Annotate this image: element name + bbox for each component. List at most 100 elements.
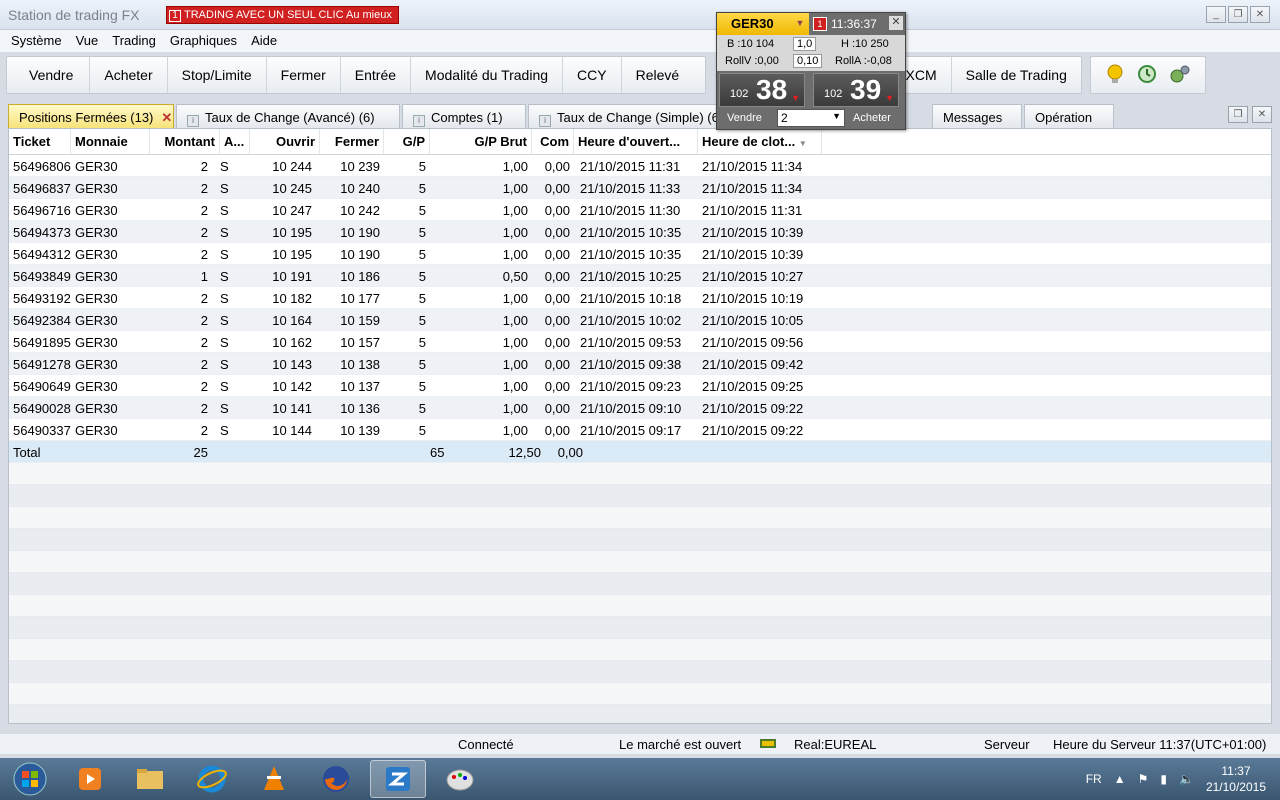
internet-explorer-icon[interactable] [184, 760, 240, 798]
header-ticket[interactable]: Ticket [9, 129, 71, 154]
panel-restore-button[interactable]: ❐ [1228, 106, 1248, 123]
table-row[interactable]: 56493849 GER30 1 S 10 191 10 186 5 0,50 0,00 21/1… [9, 265, 1271, 287]
table-cell: S [220, 357, 229, 372]
tab-operation[interactable]: Opération [1024, 104, 1114, 128]
sell-button[interactable]: Vendre [7, 57, 91, 93]
ccy-button[interactable]: CCY [563, 57, 622, 93]
lot-size-field[interactable]: 1,0 [793, 37, 817, 51]
header-action[interactable]: A... [220, 129, 250, 154]
table-cell: 5 [418, 225, 426, 240]
header-close-time[interactable]: Heure de clot... ▼ [698, 129, 822, 154]
menu-systeme[interactable]: Système [4, 30, 69, 52]
table-cell: S [220, 247, 229, 262]
pip-field[interactable]: 0,10 [793, 54, 823, 68]
close-icon[interactable]: ✕ [161, 110, 172, 125]
table-row[interactable]: 56496806 GER30 2 S 10 244 10 239 5 1,00 0,00 21/1… [9, 155, 1271, 177]
minimize-button[interactable]: _ [1206, 6, 1226, 23]
close-window-button[interactable]: ✕ [1250, 6, 1270, 23]
history-icon[interactable] [1137, 64, 1157, 87]
symbol-selector[interactable]: GER30 ▼ [717, 13, 809, 35]
table-cell: GER30 [75, 225, 118, 240]
total-empty [71, 441, 150, 462]
table-cell: 21/10/2015 11:33 [580, 181, 681, 196]
panel-close-button[interactable]: ✕ [1252, 106, 1272, 123]
trading-room-button[interactable]: Salle de Trading [952, 57, 1081, 93]
table-row[interactable]: 56493192 GER30 2 S 10 182 10 177 5 1,00 0,00 21/1… [9, 287, 1271, 309]
table-cell: 10 144 [272, 423, 312, 438]
widget-close-button[interactable]: ✕ [889, 16, 903, 30]
table-cell: 2 [200, 247, 208, 262]
battery-icon[interactable]: ▮ [1160, 772, 1167, 786]
header-gp-brut[interactable]: G/P Brut [430, 129, 532, 154]
table-cell: 2 [200, 423, 208, 438]
firefox-icon[interactable] [308, 760, 364, 798]
tab-accounts[interactable]: i Comptes (1) [402, 104, 526, 128]
action-center-flag-icon[interactable]: ⚑ [1138, 772, 1149, 786]
table-row[interactable]: 56490028 GER30 2 S 10 141 10 136 5 1,00 0,00 21/1… [9, 397, 1271, 419]
table-cell: 56493849 [13, 269, 71, 284]
menu-aide[interactable]: Aide [244, 30, 284, 52]
table-row[interactable]: 56494312 GER30 2 S 10 195 10 190 5 1,00 0,00 21/1… [9, 243, 1271, 265]
header-ouvrir[interactable]: Ouvrir [250, 129, 320, 154]
file-explorer-icon[interactable] [122, 760, 178, 798]
tab-closed-positions[interactable]: Positions Fermées (13) ✕ [8, 104, 174, 128]
table-cell: 2 [200, 313, 208, 328]
tab-window-icon: i [187, 115, 199, 127]
menu-trading[interactable]: Trading [105, 30, 163, 52]
chevron-down-icon[interactable]: ▼ [793, 15, 807, 31]
volume-icon[interactable]: 🔈 [1179, 772, 1194, 786]
paint-icon[interactable] [432, 760, 488, 798]
table-row[interactable]: 56490649 GER30 2 S 10 142 10 137 5 1,00 0,00 21/1… [9, 375, 1271, 397]
language-indicator[interactable]: FR [1086, 772, 1102, 786]
header-gp[interactable]: G/P [384, 129, 430, 154]
market-open-icon [758, 736, 778, 753]
table-row[interactable]: 56496837 GER30 2 S 10 245 10 240 5 1,00 0,00 21/1… [9, 177, 1271, 199]
header-com[interactable]: Com [532, 129, 574, 154]
tab-rates-simple[interactable]: i Taux de Change (Simple) (6) [528, 104, 718, 128]
statement-button[interactable]: Relevé [622, 57, 694, 93]
tab-rates-advanced[interactable]: i Taux de Change (Avancé) (6) [176, 104, 400, 128]
empty-row [9, 551, 1271, 573]
table-row[interactable]: 56496716 GER30 2 S 10 247 10 242 5 1,00 0,00 21/1… [9, 199, 1271, 221]
table-row[interactable]: 56491278 GER30 2 S 10 143 10 138 5 1,00 0,00 21/1… [9, 353, 1271, 375]
amount-select[interactable]: 2 ▼ [777, 109, 845, 127]
table-cell: 5 [418, 181, 426, 196]
header-fermer[interactable]: Fermer [320, 129, 384, 154]
widget-sell-button[interactable]: Vendre [727, 109, 762, 127]
table-row[interactable]: 56492384 GER30 2 S 10 164 10 159 5 1,00 0,00 21/1… [9, 309, 1271, 331]
vlc-icon[interactable] [246, 760, 302, 798]
start-button[interactable] [2, 760, 58, 798]
one-click-trading-banner[interactable]: 1 TRADING AVEC UN SEUL CLIC Au mieux [166, 6, 399, 24]
table-cell: 0,00 [544, 313, 570, 328]
header-montant[interactable]: Montant [150, 129, 220, 154]
buy-button[interactable]: Acheter [90, 57, 168, 93]
empty-row [9, 507, 1271, 529]
entry-button[interactable]: Entrée [341, 57, 412, 93]
close-position-button[interactable]: Fermer [267, 57, 341, 93]
header-open-time[interactable]: Heure d'ouvert... [574, 129, 698, 154]
menu-vue[interactable]: Vue [69, 30, 106, 52]
table-row[interactable]: 56491895 GER30 2 S 10 162 10 157 5 1,00 0,00 21/1… [9, 331, 1271, 353]
stop-limit-button[interactable]: Stop/Limite [168, 57, 267, 93]
table-cell: 21/10/2015 10:39 [702, 247, 804, 262]
empty-row [9, 529, 1271, 551]
settings-gears-icon[interactable] [1169, 64, 1191, 87]
alert-bulb-icon[interactable] [1105, 63, 1125, 88]
table-cell: 1,00 [502, 401, 528, 416]
table-cell: 21/10/2015 09:42 [702, 357, 804, 372]
widget-alert-badge[interactable]: 1 [813, 17, 827, 31]
system-clock[interactable]: 11:37 21/10/2015 [1206, 763, 1266, 795]
header-monnaie[interactable]: Monnaie [71, 129, 150, 154]
trading-station-taskbar-icon[interactable] [370, 760, 426, 798]
trading-mode-button[interactable]: Modalité du Trading [411, 57, 564, 93]
buy-price-button[interactable]: 102 39 ▼ [813, 73, 899, 107]
table-row[interactable]: 56494373 GER30 2 S 10 195 10 190 5 1,00 0,00 21/1… [9, 221, 1271, 243]
widget-buy-button[interactable]: Acheter [853, 109, 891, 127]
table-row[interactable]: 56490337 GER30 2 S 10 144 10 139 5 1,00 0,00 21/1… [9, 419, 1271, 441]
sell-price-button[interactable]: 102 38 ▼ [719, 73, 805, 107]
tray-expand-icon[interactable]: ▲ [1114, 772, 1126, 786]
menu-graphiques[interactable]: Graphiques [163, 30, 244, 52]
media-player-icon[interactable] [62, 760, 118, 798]
restore-button[interactable]: ❐ [1228, 6, 1248, 23]
tab-messages[interactable]: Messages [932, 104, 1022, 128]
